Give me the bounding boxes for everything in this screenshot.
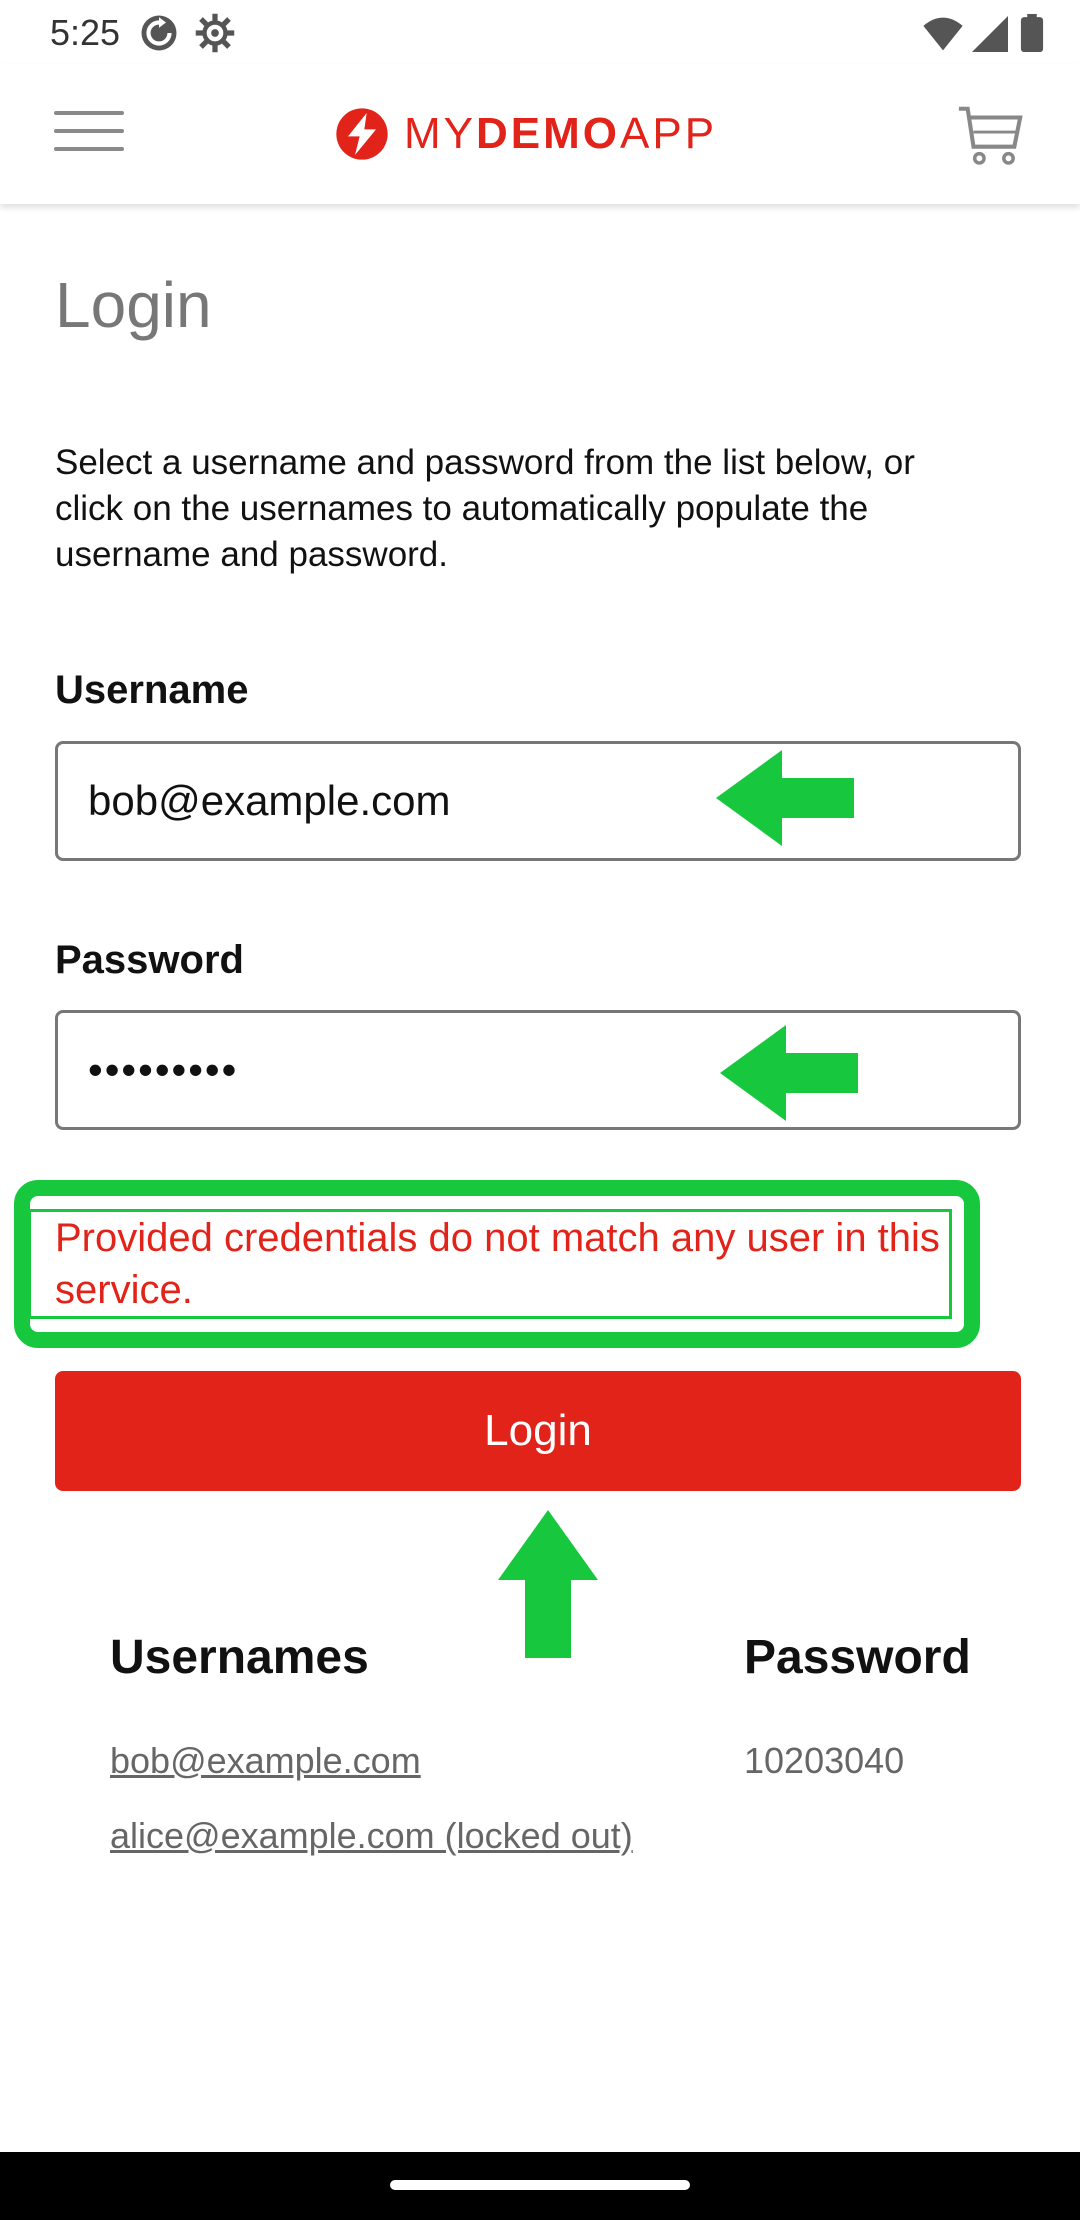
login-button[interactable]: Login [55, 1371, 1021, 1491]
username-link-alice[interactable]: alice@example.com (locked out) [110, 1815, 633, 1857]
brand-suffix: APP [620, 109, 718, 158]
signal-icon [971, 16, 1008, 52]
navigation-bar [0, 2152, 1080, 2220]
username-label: Username [55, 668, 249, 712]
intro-text: Select a username and password from the … [55, 443, 915, 574]
page-title: Login [55, 269, 212, 341]
sync-icon [141, 15, 177, 51]
status-icons-right [923, 14, 1044, 57]
menu-icon[interactable] [54, 111, 124, 151]
status-icons-left [138, 12, 236, 59]
usernames-header: Usernames [110, 1631, 369, 1684]
password-input[interactable] [55, 1010, 1021, 1130]
wifi-icon [923, 17, 963, 51]
status-bar: 5:25 [0, 0, 1080, 64]
annotation-arrow-username [716, 750, 854, 846]
annotation-arrow-password [720, 1025, 858, 1121]
logo-icon [336, 108, 388, 160]
password-label: Password [55, 938, 244, 982]
password-value: 10203040 [744, 1740, 905, 1781]
username-input[interactable] [55, 741, 1021, 861]
brand-logo: MYDEMOAPP [334, 104, 717, 164]
brand-bold: DEMO [476, 109, 620, 158]
home-handle[interactable] [390, 2180, 690, 2190]
cart-icon [958, 106, 1023, 165]
status-time: 5:25 [50, 12, 121, 53]
brand-prefix: MY [404, 109, 476, 158]
username-link-bob[interactable]: bob@example.com [110, 1740, 421, 1782]
password-header: Password [744, 1631, 971, 1684]
settings-icon [196, 13, 235, 53]
error-message: Provided credentials do not match any us… [55, 1216, 940, 1312]
battery-icon [1020, 14, 1044, 53]
brand-name: MYDEMOAPP [404, 109, 717, 159]
app-bar: MYDEMOAPP [0, 64, 1080, 204]
cart-button[interactable] [956, 100, 1026, 175]
annotation-arrow-login [498, 1510, 598, 1658]
